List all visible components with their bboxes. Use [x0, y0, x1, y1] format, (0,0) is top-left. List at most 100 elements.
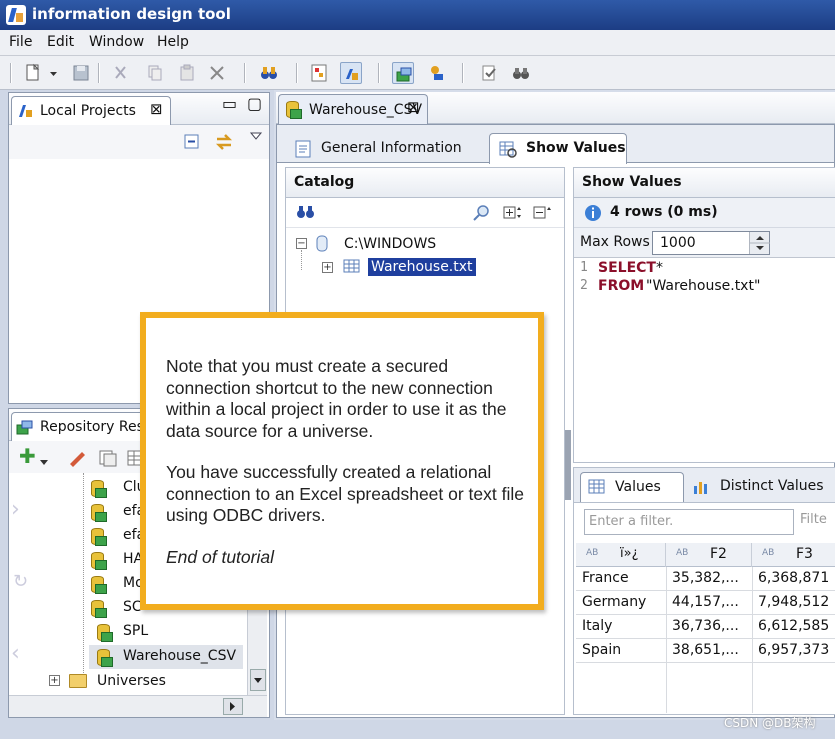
local-projects-tab[interactable]: Local Projects ⊠ — [11, 96, 171, 125]
editor-tab-warehouse-csv[interactable]: Warehouse_CSV ⊠ — [278, 94, 428, 124]
max-rows-spinner[interactable] — [749, 232, 770, 254]
tab-show-values[interactable]: Show Values — [489, 133, 627, 164]
expand-all-icon[interactable] — [502, 204, 524, 226]
new-file-icon[interactable] — [22, 62, 44, 84]
splitter-handle[interactable] — [565, 430, 571, 500]
local-projects-label: Local Projects — [40, 103, 136, 119]
repository-icon — [15, 418, 35, 440]
table-row[interactable]: France 35,382,... 6,368,871 — [576, 567, 835, 591]
filter-button[interactable]: Filte — [800, 512, 827, 527]
catalog-root-label[interactable]: C:\WINDOWS — [344, 236, 436, 252]
maximize-icon[interactable]: ▢ — [247, 94, 262, 113]
connection-icon — [89, 527, 107, 546]
scroll-right-button[interactable] — [223, 698, 243, 715]
catalog-tree: − C:\WINDOWS + Warehouse.txt — [296, 234, 556, 294]
delete-icon[interactable] — [206, 62, 228, 84]
table-row[interactable]: Germany 44,157,... 7,948,512 — [576, 591, 835, 615]
folder-icon — [69, 674, 87, 688]
filter-input[interactable]: Enter a filter. — [584, 509, 794, 535]
max-rows-input[interactable]: 1000 — [652, 231, 770, 255]
database-icon — [314, 234, 330, 258]
add-icon[interactable]: ✚ — [19, 444, 36, 468]
values-grid: AB ï»¿ AB F2 AB F3 France 35,382,... 6,3… — [576, 543, 835, 713]
info-icon — [584, 204, 602, 226]
menu-file[interactable]: File — [9, 34, 32, 50]
note-end-label: End of tutorial — [166, 547, 274, 567]
cut-icon[interactable] — [110, 62, 132, 84]
main-toolbar — [0, 56, 835, 90]
view-menu-icon[interactable] — [249, 129, 263, 147]
search-icon[interactable] — [472, 203, 492, 227]
collapse-all-icon[interactable] — [183, 133, 201, 155]
table-icon — [342, 257, 362, 279]
column-header[interactable]: AB F3 — [752, 543, 835, 567]
repository-icon[interactable] — [392, 62, 414, 84]
window-title: information design tool — [32, 5, 231, 23]
binoculars-icon[interactable] — [258, 62, 280, 84]
title-bar: information design tool — [0, 0, 835, 30]
repository-tab[interactable]: Repository Res — [11, 412, 161, 441]
menu-bar: File Edit Window Help — [0, 30, 835, 56]
sql-editor[interactable]: 1 SELECT * 2 FROM "Warehouse.txt" — [574, 260, 835, 460]
column-header[interactable]: AB ï»¿ — [576, 543, 666, 567]
paste-icon[interactable] — [176, 62, 198, 84]
connection-icon — [89, 575, 107, 594]
note-paragraph-2: You have successfully created a relation… — [166, 462, 524, 525]
connection-icon — [284, 100, 302, 119]
show-values-title: Show Values — [582, 174, 682, 190]
show-values-panel: Show Values 4 rows (0 ms) Max Rows 1000 — [573, 167, 835, 463]
table-row[interactable]: Spain 38,651,... 6,957,373 — [576, 639, 835, 663]
tab-distinct-values[interactable]: Distinct Values — [688, 474, 835, 502]
local-projects-header: Local Projects ⊠ ▭ ▢ — [9, 93, 269, 125]
tab-values[interactable]: Values — [580, 472, 684, 502]
column-header[interactable]: AB F2 — [666, 543, 752, 567]
menu-edit[interactable]: Edit — [47, 34, 74, 50]
search-binoculars-icon[interactable] — [510, 62, 532, 84]
nav-replay-icon: ↻ — [13, 571, 29, 592]
collapse-all-icon[interactable] — [532, 204, 554, 226]
check-integrity-icon[interactable] — [478, 62, 500, 84]
app-logo-icon — [6, 5, 26, 25]
edit-icon[interactable] — [67, 449, 89, 471]
save-icon[interactable] — [70, 62, 92, 84]
add-dropdown-icon[interactable] — [39, 455, 49, 471]
tree-item-selected[interactable]: Warehouse_CSV — [89, 645, 243, 669]
connection-perspective-icon[interactable] — [340, 62, 362, 84]
link-editor-icon[interactable] — [213, 131, 235, 157]
repository-label: Repository Res — [40, 419, 144, 435]
business-layer-icon[interactable] — [426, 62, 448, 84]
status-text: 4 rows (0 ms) — [610, 204, 718, 220]
show-values-icon — [498, 139, 518, 163]
connection-icon — [89, 479, 107, 498]
connection-icon — [95, 648, 113, 667]
expand-icon[interactable]: + — [49, 675, 60, 686]
collapse-icon[interactable]: − — [296, 238, 307, 249]
copy-connection-icon[interactable] — [97, 448, 119, 472]
project-icon — [16, 102, 34, 124]
close-icon[interactable]: ⊠ — [150, 100, 163, 118]
copy-icon[interactable] — [144, 62, 166, 84]
connection-icon — [95, 623, 113, 642]
new-dropdown-icon[interactable] — [48, 62, 60, 84]
nav-prev-icon: ‹ — [11, 641, 20, 666]
table-row[interactable]: Italy 36,736,... 6,612,585 — [576, 615, 835, 639]
menu-window[interactable]: Window — [89, 34, 144, 50]
connection-icon — [89, 551, 107, 570]
data-foundation-icon[interactable] — [308, 62, 330, 84]
catalog-table-selected[interactable]: Warehouse.txt — [368, 258, 476, 276]
close-icon[interactable]: ⊠ — [407, 98, 420, 116]
tab-general-information[interactable]: General Information — [287, 133, 479, 163]
watermark: CSDN @DB架构 — [724, 716, 816, 730]
values-panel: Values Distinct Values Enter a filter. F… — [573, 467, 835, 715]
info-page-icon — [293, 139, 313, 163]
grid-header: AB ï»¿ AB F2 AB F3 — [576, 543, 835, 567]
horizontal-scrollbar[interactable] — [9, 695, 267, 717]
binoculars-icon[interactable] — [296, 203, 316, 225]
expand-icon[interactable]: + — [322, 262, 333, 273]
note-paragraph-1: Note that you must create a secured conn… — [166, 356, 507, 441]
menu-help[interactable]: Help — [157, 34, 189, 50]
scroll-down-button[interactable] — [250, 669, 266, 691]
max-rows-label: Max Rows — [580, 234, 650, 250]
bar-chart-icon — [692, 478, 712, 500]
minimize-icon[interactable]: ▭ — [222, 94, 237, 113]
